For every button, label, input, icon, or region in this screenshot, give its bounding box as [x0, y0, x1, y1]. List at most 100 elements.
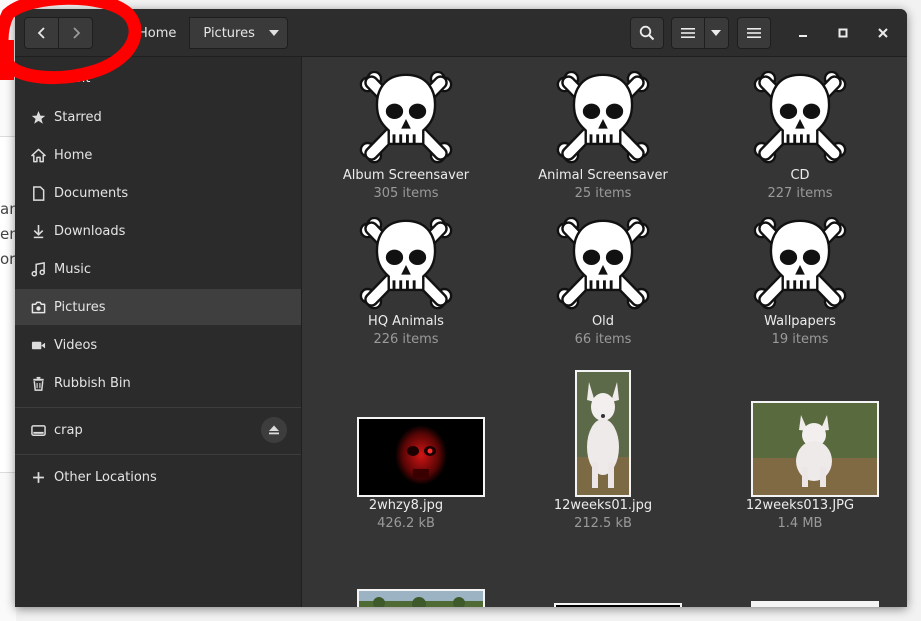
image-thumbnail-green[interactable] — [554, 603, 682, 607]
search-icon — [639, 25, 655, 41]
home-icon — [30, 147, 46, 163]
breadcrumb-label: Pictures — [203, 25, 255, 41]
folder-count: 305 items — [373, 186, 439, 201]
folder-count: 226 items — [373, 332, 439, 347]
sidebar-item-label: Videos — [54, 337, 98, 353]
star-icon — [30, 109, 46, 125]
minimize-button[interactable] — [794, 24, 812, 42]
sidebar-item-home[interactable]: Home — [15, 137, 301, 173]
header-bar: Home Pictures — [15, 9, 907, 57]
sidebar-divider — [15, 454, 301, 455]
folder-name: Old — [591, 314, 615, 329]
search-button[interactable] — [630, 17, 664, 49]
sidebar-divider — [15, 407, 301, 408]
sidebar-item-pictures[interactable]: Pictures — [15, 289, 301, 325]
navigation-button-group — [24, 17, 93, 49]
chevron-down-icon — [268, 30, 279, 36]
image-file-item[interactable]: 12weeks013.JPG 1.4 MB — [715, 497, 885, 533]
file-manager-window: Home Pictures nt Starred Home Documents … — [15, 9, 907, 607]
folder-item[interactable]: HQ Animals 226 items — [321, 217, 491, 349]
background-panel — [0, 136, 16, 473]
breadcrumb: Home Pictures — [129, 17, 288, 49]
sidebar-item-label: Pictures — [54, 299, 106, 315]
folder-item[interactable]: Album Screensaver 305 items — [321, 71, 491, 203]
drive-icon — [30, 422, 46, 438]
image-file-item[interactable]: 2whzy8.jpg 426.2 kB — [321, 497, 491, 533]
view-dropdown-button[interactable] — [705, 18, 728, 48]
music-icon — [30, 261, 46, 277]
folder-item[interactable]: Old 66 items — [518, 217, 688, 349]
close-button[interactable] — [874, 24, 892, 42]
image-thumbnail-landscape[interactable] — [357, 589, 485, 607]
image-thumbnail-screenshot[interactable] — [751, 601, 879, 607]
green-image — [556, 605, 680, 607]
landscape-image — [359, 591, 483, 607]
sidebar-item-starred[interactable]: Starred — [15, 99, 301, 135]
hamburger-menu-icon — [747, 28, 761, 38]
eject-icon — [269, 425, 279, 435]
file-grid: Album Screensaver 305 items Animal Scree… — [302, 57, 907, 607]
image-file-item[interactable]: 12weeks01.jpg 212.5 kB — [518, 497, 688, 533]
folder-item[interactable]: CD 227 items — [715, 71, 885, 203]
chevron-right-icon — [72, 27, 80, 39]
plus-icon — [30, 469, 46, 485]
file-name: 2whzy8.jpg — [368, 498, 444, 513]
skull-folder-icon — [752, 71, 848, 167]
puppy-image — [577, 372, 629, 495]
chevron-down-icon — [711, 30, 722, 36]
breadcrumb-home[interactable]: Home — [129, 17, 189, 49]
main-menu-button[interactable] — [737, 17, 771, 49]
screenshot-image — [753, 603, 877, 607]
skull-folder-icon — [555, 217, 651, 313]
sidebar-item-drive-crap[interactable]: crap — [15, 412, 301, 448]
file-name: 12weeks01.jpg — [553, 498, 653, 513]
sidebar-item-rubbish-bin[interactable]: Rubbish Bin — [15, 365, 301, 401]
skull-folder-icon — [752, 217, 848, 313]
puppy-image — [753, 403, 877, 495]
sidebar-item-documents[interactable]: Documents — [15, 175, 301, 211]
camera-icon — [30, 299, 46, 315]
sidebar-item-downloads[interactable]: Downloads — [15, 213, 301, 249]
sidebar-item-label: Music — [54, 261, 91, 277]
sidebar-item-label: Other Locations — [54, 469, 157, 485]
skull-folder-icon — [358, 71, 454, 167]
sidebar-item-other-locations[interactable]: Other Locations — [15, 459, 301, 495]
eject-button[interactable] — [261, 417, 287, 443]
maximize-icon — [838, 28, 848, 38]
document-icon — [30, 185, 46, 201]
file-size: 1.4 MB — [777, 516, 823, 531]
sidebar-item-videos[interactable]: Videos — [15, 327, 301, 363]
image-thumbnail-red-skull[interactable] — [357, 417, 485, 497]
file-size: 212.5 kB — [574, 516, 632, 531]
sidebar-item-label: Starred — [54, 109, 102, 125]
sidebar-item-music[interactable]: Music — [15, 251, 301, 287]
skull-folder-icon — [555, 71, 651, 167]
sidebar-item-label: crap — [54, 422, 83, 438]
chevron-left-icon — [37, 27, 45, 39]
folder-count: 66 items — [574, 332, 632, 347]
folder-name: Album Screensaver — [342, 168, 470, 183]
list-view-button[interactable] — [672, 18, 705, 48]
sidebar-item-label: Downloads — [54, 223, 126, 239]
sidebar-item-label: Documents — [54, 185, 129, 201]
sidebar-item-label: Rubbish Bin — [54, 375, 131, 391]
folder-item[interactable]: Wallpapers 19 items — [715, 217, 885, 349]
view-options-button-group — [671, 17, 729, 49]
list-view-icon — [680, 28, 695, 38]
folder-count: 227 items — [767, 186, 833, 201]
folder-name: CD — [790, 168, 810, 183]
folder-count: 19 items — [771, 332, 829, 347]
folder-item[interactable]: Animal Screensaver 25 items — [518, 71, 688, 203]
forward-button[interactable] — [58, 18, 92, 48]
maximize-button[interactable] — [834, 24, 852, 42]
trash-icon — [30, 375, 46, 391]
image-thumbnail-puppy-landscape[interactable] — [751, 401, 879, 497]
breadcrumb-pictures[interactable]: Pictures — [189, 17, 288, 49]
minimize-icon — [799, 35, 807, 37]
folder-count: 25 items — [574, 186, 632, 201]
back-button[interactable] — [25, 18, 58, 48]
image-thumbnail-puppy-portrait[interactable] — [575, 370, 631, 497]
sidebar-item-label: Home — [54, 147, 93, 163]
sidebar-item-recent-label[interactable]: nt — [77, 71, 90, 86]
video-camera-icon — [30, 337, 46, 353]
